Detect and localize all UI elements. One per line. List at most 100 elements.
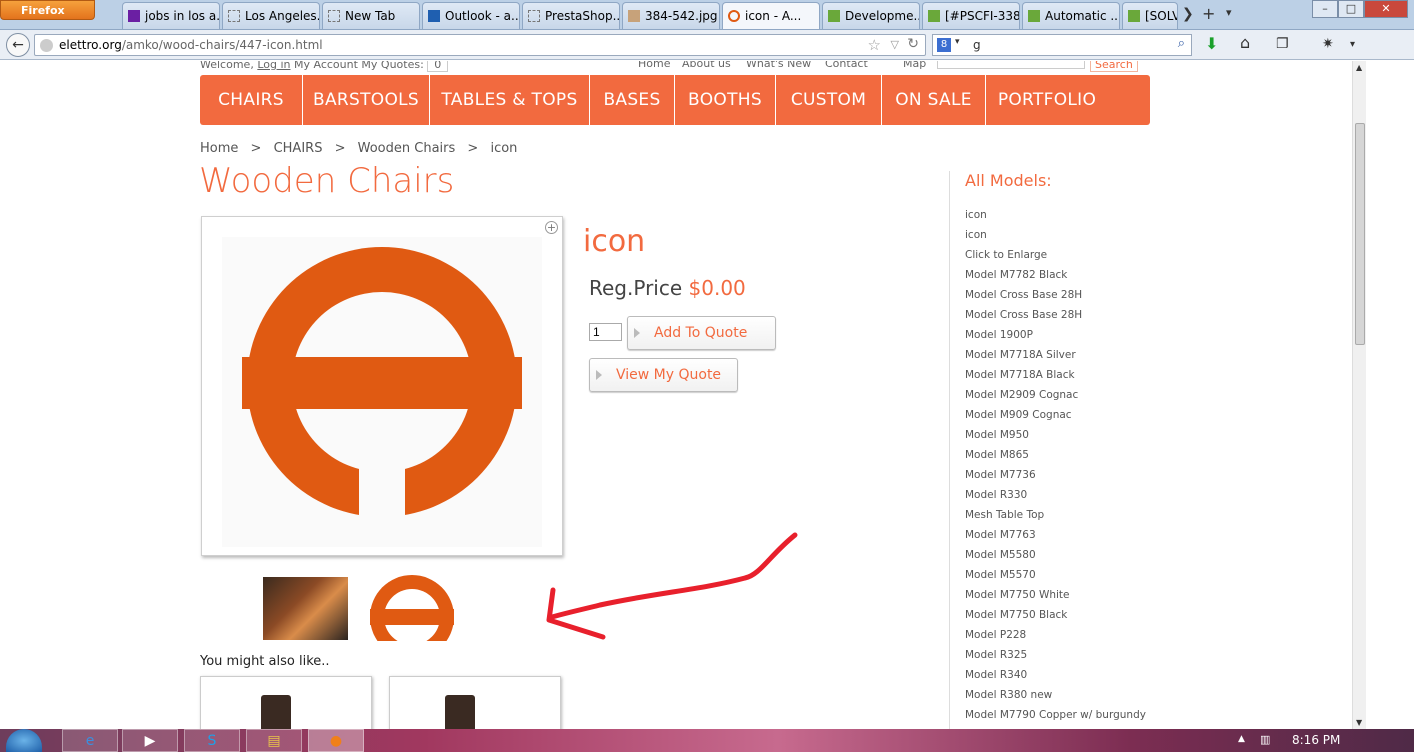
tab-new-tab[interactable]: New Tab: [322, 2, 420, 29]
model-link[interactable]: Model 1900P: [965, 329, 1146, 349]
tab-prestashop[interactable]: PrestaShop...: [522, 2, 620, 29]
history-dropdown-icon[interactable]: ▽: [891, 38, 899, 51]
network-icon[interactable]: ▥: [1260, 733, 1270, 746]
tab-development[interactable]: Developme...: [822, 2, 920, 29]
tray-expand-icon[interactable]: ▲: [1238, 734, 1245, 744]
menu-dropdown-icon[interactable]: ▾: [1350, 39, 1355, 50]
menu-item-bases[interactable]: BASES: [590, 75, 675, 125]
url-bar[interactable]: elettro.org/amko/wood-chairs/447-icon.ht…: [34, 34, 926, 56]
model-link[interactable]: Model R340: [965, 669, 1146, 689]
related-product-1[interactable]: [200, 676, 372, 729]
media-player-icon[interactable]: ▶: [122, 729, 178, 752]
model-link[interactable]: Model M7782 Black: [965, 269, 1146, 289]
search-engine-dropdown-icon[interactable]: ▾: [955, 37, 960, 47]
model-link[interactable]: Model M7718A Silver: [965, 349, 1146, 369]
tab-icon-active[interactable]: icon - A...: [722, 2, 820, 29]
tab-los-angeles[interactable]: Los Angeles...: [222, 2, 320, 29]
model-link[interactable]: Model M7763: [965, 529, 1146, 549]
search-engine-box[interactable]: 8 ▾ g ⌕: [932, 34, 1192, 56]
taskbar-clock[interactable]: 8:16 PM: [1292, 733, 1340, 747]
firefox-taskbar-icon[interactable]: ●: [308, 729, 364, 752]
back-arrow-icon[interactable]: ←: [6, 33, 30, 57]
model-link[interactable]: Model P228: [965, 629, 1146, 649]
menu-item-barstools[interactable]: BARSTOOLS: [303, 75, 430, 125]
model-link[interactable]: Model Cross Base 28H: [965, 289, 1146, 309]
search-icon[interactable]: ⌕: [1178, 36, 1185, 51]
bookmarks-icon[interactable]: ❐: [1276, 36, 1289, 52]
header-link-home[interactable]: Home: [638, 61, 670, 70]
model-link[interactable]: Model M5570: [965, 569, 1146, 589]
addon-icon[interactable]: ✷: [1322, 36, 1334, 52]
model-link[interactable]: Model M7736: [965, 469, 1146, 489]
my-quotes-link[interactable]: My Quotes:: [361, 61, 423, 71]
header-link-map[interactable]: Map: [903, 61, 926, 70]
breadcrumb-home[interactable]: Home: [200, 141, 238, 156]
model-link[interactable]: icon: [965, 209, 1146, 229]
model-link[interactable]: Model M7750 Black: [965, 609, 1146, 629]
model-link[interactable]: Model M7718A Black: [965, 369, 1146, 389]
model-link[interactable]: Model M7750 White: [965, 589, 1146, 609]
model-link[interactable]: icon: [965, 229, 1146, 249]
model-link[interactable]: Model M950: [965, 429, 1146, 449]
view-my-quote-button[interactable]: View My Quote: [589, 358, 738, 392]
zoom-icon[interactable]: +: [545, 221, 558, 234]
add-to-quote-button[interactable]: Add To Quote: [627, 316, 776, 350]
tab-jobs[interactable]: jobs in los a...: [122, 2, 220, 29]
minimize-icon[interactable]: –: [1312, 0, 1338, 18]
breadcrumb-wooden-chairs[interactable]: Wooden Chairs: [358, 141, 456, 156]
skype-icon[interactable]: S: [184, 729, 240, 752]
tab-image[interactable]: 384-542.jpg ...: [622, 2, 720, 29]
model-link[interactable]: Model M865: [965, 449, 1146, 469]
my-account-link[interactable]: My Account: [294, 61, 358, 71]
model-link[interactable]: Model R325: [965, 649, 1146, 669]
tab-automatic[interactable]: Automatic ...: [1022, 2, 1120, 29]
reload-icon[interactable]: ↻: [907, 36, 919, 52]
header-link-about[interactable]: About us: [682, 61, 731, 70]
home-icon[interactable]: ⌂: [1240, 33, 1250, 52]
menu-item-tables-tops[interactable]: TABLES & TOPS: [430, 75, 590, 125]
windows-start-icon[interactable]: [6, 729, 42, 752]
menu-item-booths[interactable]: BOOTHS: [675, 75, 776, 125]
header-search-button[interactable]: Search: [1090, 61, 1138, 72]
firefox-menu-button[interactable]: Firefox: [0, 0, 95, 20]
breadcrumb-chairs[interactable]: CHAIRS: [274, 141, 323, 156]
scroll-up-icon[interactable]: ▲: [1356, 63, 1362, 72]
header-link-whats-new[interactable]: What's New: [746, 61, 811, 70]
product-image[interactable]: +: [201, 216, 563, 556]
scrollbar-thumb[interactable]: [1355, 123, 1365, 345]
model-link[interactable]: Model M2909 Cognac: [965, 389, 1146, 409]
tab-scroll-right-icon[interactable]: ❯: [1182, 6, 1194, 22]
page-scrollbar[interactable]: ▲ ▼: [1352, 61, 1366, 729]
close-icon[interactable]: ✕: [1364, 0, 1408, 18]
bookmark-star-icon[interactable]: ☆: [868, 36, 881, 54]
tab-outlook[interactable]: Outlook - a...: [422, 2, 520, 29]
new-tab-icon[interactable]: +: [1202, 4, 1215, 23]
menu-item-custom[interactable]: CUSTOM: [776, 75, 882, 125]
header-search-input[interactable]: [937, 61, 1085, 69]
menu-item-portfolio[interactable]: PORTFOLIO: [986, 75, 1108, 125]
scroll-down-icon[interactable]: ▼: [1356, 718, 1362, 727]
download-icon[interactable]: ⬇: [1205, 34, 1218, 53]
model-link[interactable]: Model M5580: [965, 549, 1146, 569]
tab-solved[interactable]: [SOLV: [1122, 2, 1178, 29]
quantity-input[interactable]: [589, 323, 622, 341]
related-product-2[interactable]: [389, 676, 561, 729]
model-link[interactable]: Click to Enlarge: [965, 249, 1146, 269]
login-link[interactable]: Log in: [257, 61, 290, 71]
model-link[interactable]: Model Cross Base 28H: [965, 309, 1146, 329]
thumbnail-logo[interactable]: [356, 569, 468, 641]
model-link[interactable]: Model R380 new: [965, 689, 1146, 709]
menu-item-chairs[interactable]: CHAIRS: [200, 75, 303, 125]
maximize-icon[interactable]: □: [1338, 0, 1364, 18]
google-icon[interactable]: 8: [937, 38, 951, 52]
tab-list-icon[interactable]: ▾: [1226, 6, 1232, 19]
model-link[interactable]: Model M909 Cognac: [965, 409, 1146, 429]
thumbnail-photo[interactable]: [263, 577, 348, 640]
explorer-folder-icon[interactable]: ▤: [246, 729, 302, 752]
internet-explorer-icon[interactable]: e: [62, 729, 118, 752]
model-link[interactable]: Mesh Table Top: [965, 509, 1146, 529]
tab-pscfi[interactable]: [#PSCFI-338...: [922, 2, 1020, 29]
model-link[interactable]: Model R330: [965, 489, 1146, 509]
menu-item-on-sale[interactable]: ON SALE: [882, 75, 986, 125]
header-link-contact[interactable]: Contact: [825, 61, 868, 70]
